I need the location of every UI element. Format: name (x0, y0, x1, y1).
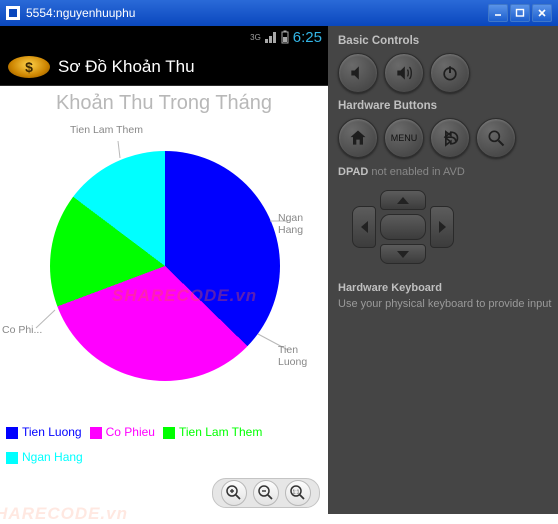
content-area: 3G 6:25 $ Sơ Đồ Khoản Thu Khoản Thu Tron… (0, 26, 558, 514)
hardware-buttons-label: Hardware Buttons (338, 100, 554, 112)
callout-tien-luong: Tien Luong (278, 344, 328, 368)
legend-label: Tien Lam Them (179, 424, 262, 441)
callout-co-phieu: Co Phi... (2, 324, 42, 336)
app-icon (6, 6, 20, 20)
volume-up-button[interactable] (384, 53, 424, 93)
app-title: Sơ Đồ Khoản Thu (58, 57, 195, 77)
legend-item: Co Phieu (90, 424, 155, 441)
zoom-in-button[interactable] (221, 480, 247, 506)
signal-bars-icon (265, 31, 277, 43)
hardware-keyboard-sub: Use your physical keyboard to provide in… (338, 298, 554, 310)
coin-icon: $ (8, 56, 50, 78)
dpad-center-button[interactable] (380, 214, 426, 240)
maximize-button[interactable] (510, 4, 530, 22)
chart-area: Khoản Thu Trong Tháng Tien Lam Them Ngan… (0, 86, 328, 514)
legend-swatch (163, 427, 175, 439)
minimize-button[interactable] (488, 4, 508, 22)
dpad-left-button[interactable] (352, 206, 376, 248)
dpad-label: DPAD not enabled in AVD (338, 166, 554, 178)
zoom-fit-button[interactable]: 1:1 (285, 480, 311, 506)
home-button[interactable] (338, 118, 378, 158)
chart-legend: Tien Luong Co Phieu Tien Lam Them Ngan Hang (6, 424, 328, 466)
zoom-out-button[interactable] (253, 480, 279, 506)
watermark: SHARECODE.vn (0, 504, 128, 524)
emulator-window: 5554:nguyenhuuphu 3G 6:25 $ Sơ Đồ Khoản … (0, 0, 558, 514)
legend-swatch (90, 427, 102, 439)
window-buttons (488, 4, 552, 22)
dpad (338, 184, 468, 270)
legend-item: Tien Luong (6, 424, 82, 441)
legend-swatch (6, 427, 18, 439)
menu-button[interactable]: MENU (384, 118, 424, 158)
legend-label: Ngan Hang (22, 449, 83, 466)
legend-item: Tien Lam Them (163, 424, 262, 441)
basic-controls-label: Basic Controls (338, 35, 554, 47)
titlebar: 5554:nguyenhuuphu (0, 0, 558, 26)
dpad-up-button[interactable] (380, 190, 426, 210)
close-button[interactable] (532, 4, 552, 22)
dpad-right-button[interactable] (430, 206, 454, 248)
search-button[interactable] (476, 118, 516, 158)
back-button[interactable] (430, 118, 470, 158)
callout-ngan-hang: Ngan Hang (278, 212, 328, 236)
svg-text:1:1: 1:1 (293, 490, 300, 496)
signal-type-label: 3G (250, 33, 261, 42)
legend-label: Tien Luong (22, 424, 82, 441)
battery-icon (281, 30, 289, 44)
window-title: 5554:nguyenhuuphu (26, 6, 488, 20)
android-statusbar: 3G 6:25 (0, 26, 328, 48)
app-bar: $ Sơ Đồ Khoản Thu (0, 48, 328, 86)
power-button[interactable] (430, 53, 470, 93)
emulator-side-panel: Basic Controls Hardware Buttons MENU DPA… (328, 26, 558, 514)
legend-swatch (6, 452, 18, 464)
status-clock: 6:25 (293, 29, 322, 46)
volume-down-button[interactable] (338, 53, 378, 93)
hardware-keyboard-label: Hardware Keyboard (338, 282, 554, 294)
legend-item: Ngan Hang (6, 449, 83, 466)
zoom-toolbar: 1:1 (212, 478, 320, 508)
chart-title: Khoản Thu Trong Tháng (0, 92, 328, 115)
legend-label: Co Phieu (106, 424, 155, 441)
phone-screen: 3G 6:25 $ Sơ Đồ Khoản Thu Khoản Thu Tron… (0, 26, 328, 514)
dpad-down-button[interactable] (380, 244, 426, 264)
pie-chart[interactable] (50, 151, 280, 381)
callout-tien-lam-them: Tien Lam Them (70, 124, 143, 136)
